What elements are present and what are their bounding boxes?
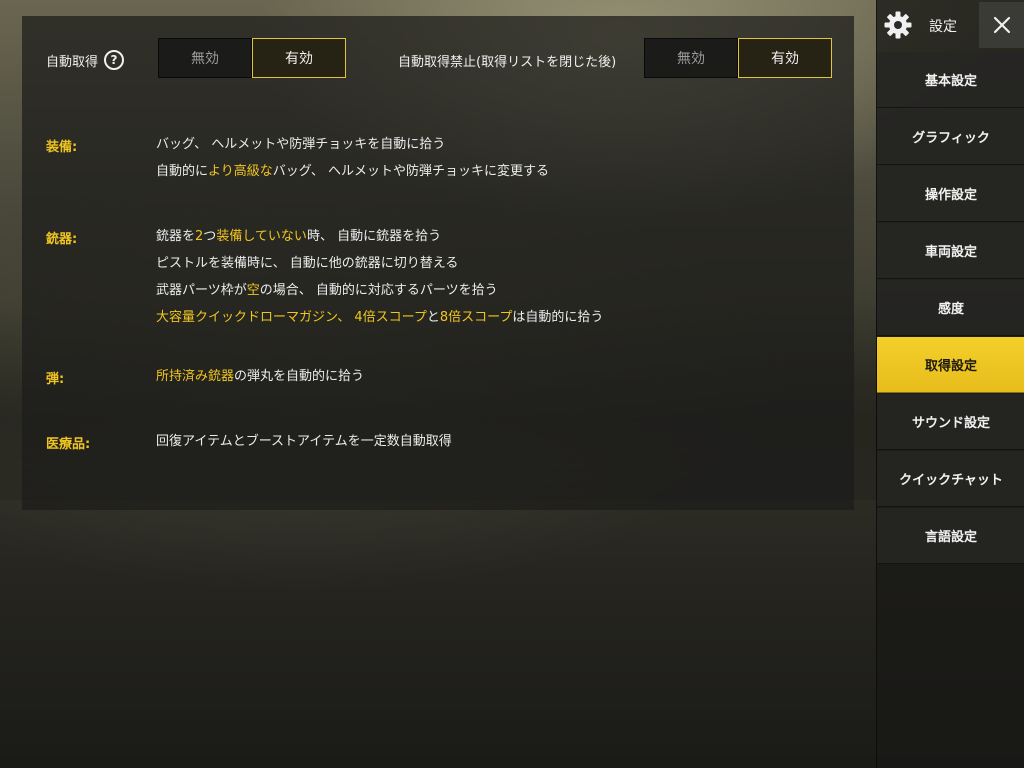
sidebar-item-sound[interactable]: サウンド設定 (877, 394, 1024, 450)
close-button[interactable] (979, 2, 1024, 48)
help-icon[interactable]: ? (104, 50, 125, 70)
section-equipment-head: 装備: (46, 140, 78, 155)
auto-pickup-off-button[interactable]: 無効 (158, 38, 252, 78)
description-text: バッグ、 ヘルメットや防弾チョッキに変更する (272, 164, 549, 179)
description-text: は自動的に拾う (512, 310, 604, 325)
description-text: 銃器を (156, 229, 196, 244)
description-line: ピストルを装備時に、 自動に他の銃器に切り替える (156, 255, 816, 282)
sidebar-item-vehicle[interactable]: 車両設定 (877, 223, 1024, 279)
settings-sidebar: 設定 基本設定 グラフィック 操作設定 車両設定 感度 取得設定 サウンド設定 … (876, 0, 1024, 768)
settings-title: 設定 (929, 19, 957, 35)
section-medical-lines: 回復アイテムとブーストアイテムを一定数自動取得 (156, 433, 816, 460)
auto-pickup-ban-off-button[interactable]: 無効 (644, 38, 738, 78)
sidebar-item-controls[interactable]: 操作設定 (877, 166, 1024, 222)
description-text: 回復アイテムとブーストアイテムを一定数自動取得 (156, 434, 452, 449)
sidebar-header: 設定 (877, 0, 1024, 50)
highlight-text: より高級な (208, 164, 273, 179)
pickup-settings-panel: 自動取得 ? 無効 有効 自動取得禁止(取得リストを閉じた後) 無効 有効 装備… (22, 16, 854, 510)
section-medical-head: 医療品: (46, 437, 91, 452)
close-icon (993, 16, 1011, 34)
description-text: の場合、 自動的に対応するパーツを拾う (259, 283, 498, 298)
description-text: バッグ、 ヘルメットや防弾チョッキを自動に拾う (156, 137, 446, 152)
highlight-text: 空 (246, 283, 260, 298)
section-ammo-head: 弾: (46, 372, 65, 387)
description-line: 武器パーツ枠が空の場合、 自動的に対応するパーツを拾う (156, 282, 816, 309)
section-firearms-lines: 銃器を2つ装備していない時、 自動に銃器を拾う ピストルを装備時に、 自動に他の銃… (156, 228, 816, 336)
description-text: の弾丸を自動的に拾う (234, 369, 365, 384)
sidebar-item-pickup[interactable]: 取得設定 (877, 337, 1024, 393)
section-equipment-lines: バッグ、 ヘルメットや防弾チョッキを自動に拾う 自動的により高級なバッグ、 ヘルメ… (156, 136, 816, 190)
description-text: と (426, 310, 440, 325)
description-text: 時、 自動に銃器を拾う (306, 229, 442, 244)
auto-pickup-toggle: 無効 有効 (158, 38, 346, 78)
sidebar-item-sensitivity[interactable]: 感度 (877, 280, 1024, 336)
sidebar-item-language[interactable]: 言語設定 (877, 508, 1024, 564)
auto-pickup-ban-on-button[interactable]: 有効 (738, 38, 832, 78)
description-line: 大容量クイックドローマガジン、 4倍スコープと8倍スコープは自動的に拾う (156, 309, 816, 336)
description-line: バッグ、 ヘルメットや防弾チョッキを自動に拾う (156, 136, 816, 163)
highlight-text: 大容量クイックドローマガジン、 4倍スコープ (156, 310, 427, 325)
description-line: 回復アイテムとブーストアイテムを一定数自動取得 (156, 433, 816, 460)
description-text: 自動的に (156, 164, 209, 179)
section-ammo-lines: 所持済み銃器の弾丸を自動的に拾う (156, 368, 816, 395)
gear-icon (884, 11, 912, 39)
description-text: つ (203, 229, 217, 244)
description-line: 所持済み銃器の弾丸を自動的に拾う (156, 368, 816, 395)
section-firearms-head: 銃器: (46, 232, 78, 247)
auto-pickup-label: 自動取得 (46, 54, 99, 70)
auto-pickup-ban-toggle: 無効 有効 (644, 38, 832, 78)
auto-pickup-label-group: 自動取得 ? (46, 50, 125, 70)
description-line: 銃器を2つ装備していない時、 自動に銃器を拾う (156, 228, 816, 255)
description-text: ピストルを装備時に、 自動に他の銃器に切り替える (156, 256, 459, 271)
sidebar-item-basic[interactable]: 基本設定 (877, 52, 1024, 108)
highlight-text: 8倍スコープ (439, 310, 513, 325)
description-line: 自動的により高級なバッグ、 ヘルメットや防弾チョッキに変更する (156, 163, 816, 190)
auto-pickup-on-button[interactable]: 有効 (252, 38, 346, 78)
sidebar-menu: 基本設定 グラフィック 操作設定 車両設定 感度 取得設定 サウンド設定 クイッ… (877, 52, 1024, 565)
highlight-text: 所持済み銃器 (156, 369, 235, 384)
sidebar-item-graphics[interactable]: グラフィック (877, 109, 1024, 165)
auto-pickup-ban-label: 自動取得禁止(取得リストを閉じた後) (398, 55, 617, 70)
sidebar-item-quick-chat[interactable]: クイックチャット (877, 451, 1024, 507)
toggle-row: 自動取得 ? 無効 有効 自動取得禁止(取得リストを閉じた後) 無効 有効 (22, 16, 854, 106)
highlight-text: 装備していない (216, 229, 307, 244)
description-text: 武器パーツ枠が (156, 283, 247, 298)
